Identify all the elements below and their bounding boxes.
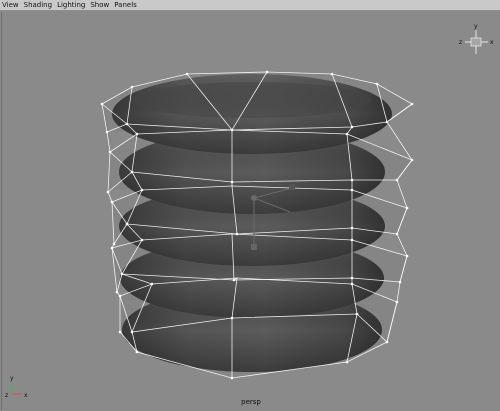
torus-top-opening (132, 82, 372, 118)
scene-canvas[interactable]: y x z y x z (2, 12, 500, 410)
panel-menu-bar: View Shading Lighting Show Panels (0, 0, 500, 11)
compass-x-label: x (490, 39, 494, 46)
maya-viewport-window: View Shading Lighting Show Panels y x z … (0, 0, 500, 411)
torus-stack-mesh[interactable] (112, 74, 392, 372)
menu-show[interactable]: Show (90, 0, 109, 11)
camera-name-label: persp (241, 398, 261, 406)
gizmo-y-label: y (10, 375, 14, 382)
compass-z-label: z (459, 39, 462, 46)
compass-y-label: y (474, 23, 478, 30)
view-compass[interactable]: y x z (459, 23, 494, 54)
menu-view[interactable]: View (2, 0, 19, 11)
menu-panels[interactable]: Panels (114, 0, 137, 11)
axis-gizmo: y x z (5, 375, 28, 399)
perspective-viewport[interactable]: y x z y x z persp (1, 12, 500, 410)
menu-lighting[interactable]: Lighting (57, 0, 85, 11)
menu-shading[interactable]: Shading (24, 0, 52, 11)
